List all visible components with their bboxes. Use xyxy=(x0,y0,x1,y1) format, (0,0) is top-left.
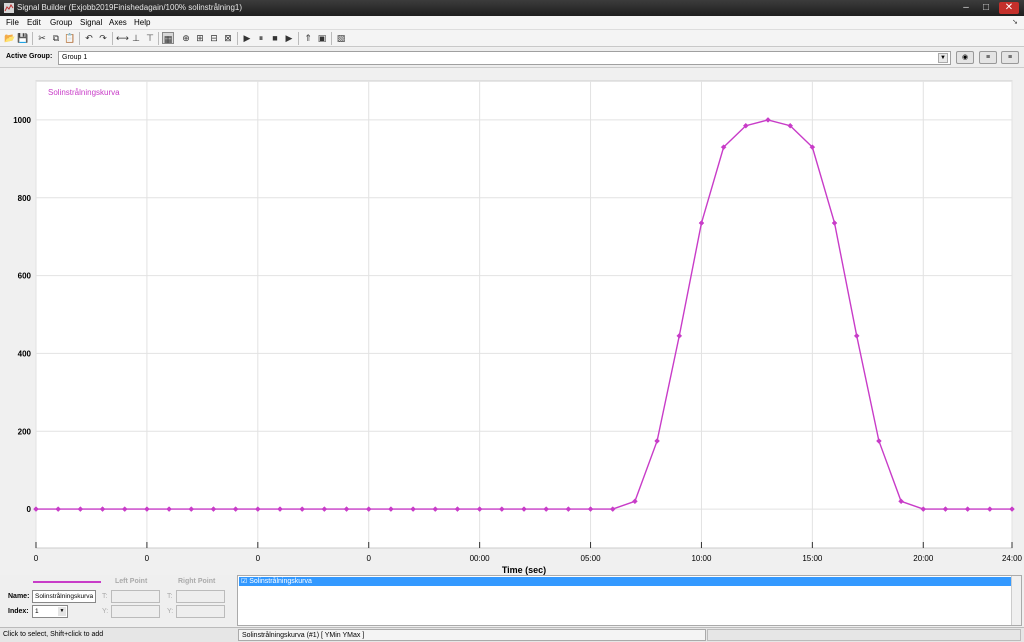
fit-icon[interactable]: ⊠ xyxy=(222,32,234,44)
save-icon[interactable]: 💾 xyxy=(17,32,29,44)
group-move-up-button[interactable]: ≡ xyxy=(979,51,997,64)
pause-icon[interactable]: ⏸ xyxy=(255,32,267,44)
index-value: 1 xyxy=(35,608,39,615)
status-signal: Solinstrålningskurva (#1) [ YMin YMax ] xyxy=(238,629,706,641)
status-bar: Click to select, Shift+click to add Soli… xyxy=(0,627,1024,642)
active-group-select[interactable]: Group 1 ▼ xyxy=(58,51,951,65)
menu-signal[interactable]: Signal xyxy=(80,18,102,27)
y-tick-label: 600 xyxy=(18,272,32,281)
window-title: Signal Builder (Exjobb2019Finishedagain/… xyxy=(17,3,243,12)
status-hint: Click to select, Shift+click to add xyxy=(3,631,104,638)
right-point-label: Right Point xyxy=(178,578,216,585)
menu-group[interactable]: Group xyxy=(50,18,72,27)
menu-bar: File Edit Group Signal Axes Help ➘ xyxy=(0,16,1024,30)
signal-list[interactable]: ☑ Solinstrålningskurva xyxy=(237,575,1022,626)
signal-builder-icon xyxy=(4,3,14,13)
menu-edit[interactable]: Edit xyxy=(27,18,41,27)
toolbar-separator xyxy=(158,32,159,45)
toolbar-separator xyxy=(79,32,80,45)
redo-icon[interactable]: ↷ xyxy=(97,32,109,44)
toolbar-separator xyxy=(298,32,299,45)
active-group-label: Active Group: xyxy=(6,53,53,60)
y-tick-label: 0 xyxy=(27,505,32,514)
toolbar-separator xyxy=(32,32,33,45)
y-tick-label: 200 xyxy=(18,427,32,436)
select-icon[interactable]: ▦ xyxy=(162,32,174,44)
fall-icon[interactable]: ⊤ xyxy=(144,32,156,44)
signal-list-scrollbar[interactable] xyxy=(1011,576,1021,625)
zoom-y-icon[interactable]: ⊟ xyxy=(208,32,220,44)
left-y-label: Y: xyxy=(102,608,109,615)
undo-icon[interactable]: ↶ xyxy=(83,32,95,44)
toolbar-separator xyxy=(112,32,113,45)
name-label: Name: xyxy=(8,593,30,600)
left-t-field[interactable] xyxy=(111,590,160,603)
group-move-down-button[interactable]: ≡ xyxy=(1001,51,1019,64)
maximize-button[interactable]: □ xyxy=(978,2,994,14)
x-tick-label: 15:00 xyxy=(802,554,823,563)
active-group-bar: Active Group: Group 1 ▼ ◉ ≡ ≡ xyxy=(0,48,1024,68)
x-tick-label: 0 xyxy=(145,554,150,563)
stop-icon[interactable]: ■ xyxy=(269,32,281,44)
edit-panel: Left Point Right Point Name: Solinstråln… xyxy=(0,575,1024,627)
right-y-field[interactable] xyxy=(176,605,225,618)
help-icon[interactable]: ▣ xyxy=(316,32,328,44)
chevron-down-icon[interactable]: ▼ xyxy=(938,53,948,63)
menu-axes[interactable]: Axes xyxy=(109,18,127,27)
y-tick-label: 1000 xyxy=(13,116,31,125)
plot-icon[interactable]: ▧ xyxy=(335,32,347,44)
left-y-field[interactable] xyxy=(111,605,160,618)
signal-chart-svg[interactable]: 0 200 400 600 800 1000 0 0 0 0 00:00 05:00 10:00 15:0… xyxy=(0,70,1024,576)
y-tick-label: 800 xyxy=(18,194,32,203)
menu-file[interactable]: File xyxy=(6,18,19,27)
status-extra xyxy=(707,629,1021,641)
group-toggle-button[interactable]: ◉ xyxy=(956,51,974,64)
chevron-down-icon[interactable]: ▼ xyxy=(58,607,66,616)
right-y-label: Y: xyxy=(167,608,174,615)
copy-icon[interactable]: ⧉ xyxy=(50,32,62,44)
menu-help[interactable]: Help xyxy=(134,18,150,27)
signal-list-item[interactable]: ☑ Solinstrålningskurva xyxy=(239,577,1012,586)
x-tick-label: 0 xyxy=(256,554,261,563)
close-button[interactable]: ✕ xyxy=(999,2,1019,14)
snap-icon[interactable]: ⇑ xyxy=(302,32,314,44)
x-tick-label: 10:00 xyxy=(691,554,712,563)
x-axis-label: Time (sec) xyxy=(502,565,546,575)
signal-line-preview xyxy=(33,581,101,583)
run-to-icon[interactable]: ▶ xyxy=(283,32,295,44)
left-point-label: Left Point xyxy=(115,578,148,585)
toolbar: 📂 💾 ✂ ⧉ 📋 ↶ ↷ ⟷ ⊥ ⊤ ▦ ⊕ ⊞ ⊟ ⊠ ▶ ⏸ ■ ▶ ⇑ … xyxy=(0,30,1024,47)
toolbar-separator xyxy=(237,32,238,45)
x-tick-label: 0 xyxy=(367,554,372,563)
x-tick-label: 05:00 xyxy=(581,554,602,563)
series-label: Solinstrålningskurva xyxy=(48,88,120,97)
cut-icon[interactable]: ✂ xyxy=(36,32,48,44)
zoom-xy-icon[interactable]: ⊕ xyxy=(180,32,192,44)
index-label: Index: xyxy=(8,608,29,615)
minimize-button[interactable]: – xyxy=(958,2,974,14)
play-icon[interactable]: ▶ xyxy=(241,32,253,44)
menu-dock-arrow-icon[interactable]: ➘ xyxy=(1012,18,1018,26)
x-tick-label: 00:00 xyxy=(470,554,491,563)
y-tick-label: 400 xyxy=(18,349,32,358)
left-t-label: T: xyxy=(102,593,108,600)
right-t-label: T: xyxy=(167,593,173,600)
signal-plot[interactable]: 0 200 400 600 800 1000 0 0 0 0 00:00 05:00 10:00 15:0… xyxy=(0,70,1024,576)
x-tick-label: 24:00 xyxy=(1002,554,1023,563)
open-icon[interactable]: 📂 xyxy=(4,32,16,44)
zoom-x-icon[interactable]: ⊞ xyxy=(194,32,206,44)
rise-icon[interactable]: ⊥ xyxy=(130,32,142,44)
right-t-field[interactable] xyxy=(176,590,225,603)
name-field[interactable]: Solinstrålningskurva xyxy=(32,590,96,603)
active-group-value: Group 1 xyxy=(62,54,88,61)
x-tick-label: 0 xyxy=(34,554,39,563)
x-tick-label: 20:00 xyxy=(913,554,934,563)
horizontal-segment-icon[interactable]: ⟷ xyxy=(116,32,129,44)
toolbar-separator xyxy=(331,32,332,45)
index-select[interactable]: 1 ▼ xyxy=(32,605,68,618)
plot-area xyxy=(35,80,1013,549)
paste-icon[interactable]: 📋 xyxy=(64,32,76,44)
title-bar: Signal Builder (Exjobb2019Finishedagain/… xyxy=(0,0,1024,16)
